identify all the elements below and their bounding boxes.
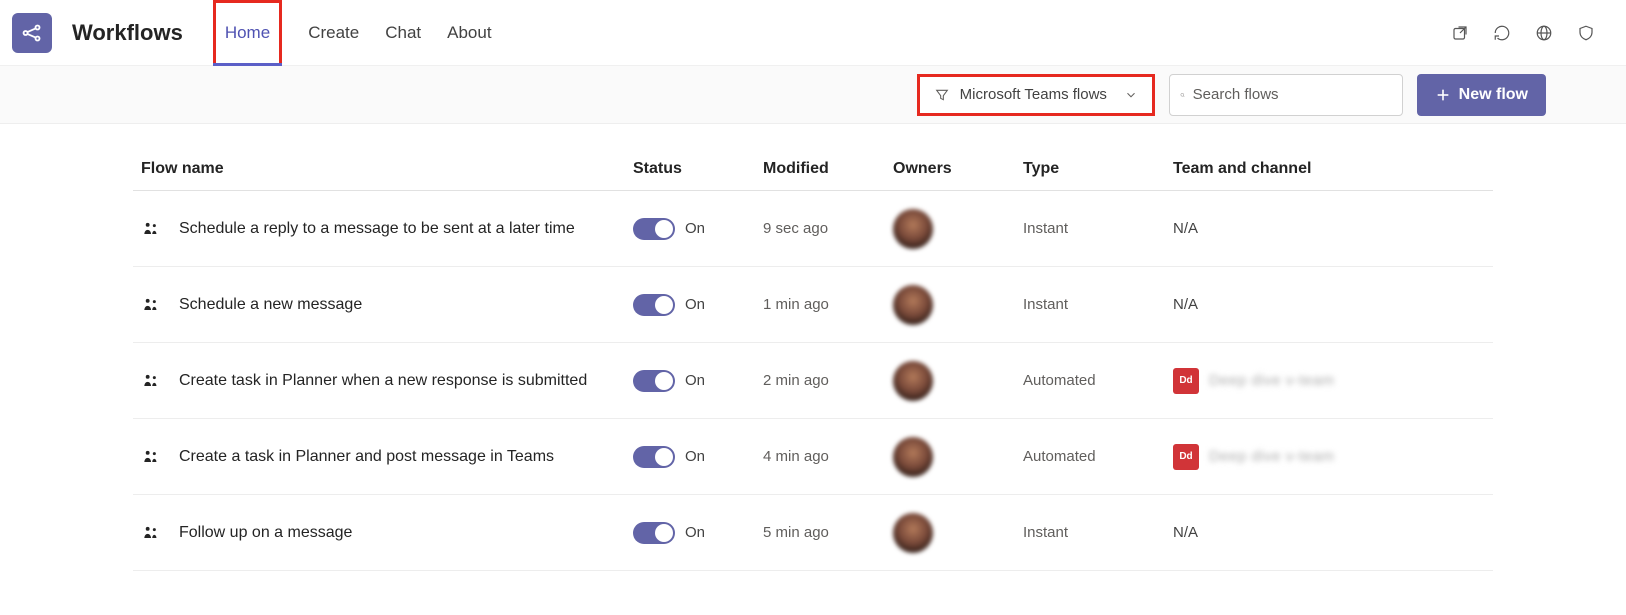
type-cell: Instant xyxy=(1023,296,1173,313)
flow-name-cell: Schedule a new message xyxy=(133,295,633,315)
teams-icon xyxy=(141,371,161,391)
col-type: Type xyxy=(1023,160,1173,178)
team-cell: N/A xyxy=(1173,524,1473,541)
flow-name-text: Create task in Planner when a new respon… xyxy=(179,372,587,390)
team-text: N/A xyxy=(1173,220,1198,237)
table-row[interactable]: Schedule a new message On 1 min ago Inst… xyxy=(133,267,1493,343)
flow-name-text: Follow up on a message xyxy=(179,524,352,542)
status-cell: On xyxy=(633,294,763,316)
refresh-icon[interactable] xyxy=(1486,17,1518,49)
type-cell: Automated xyxy=(1023,372,1173,389)
teams-icon xyxy=(141,295,161,315)
table-row[interactable]: Create a task in Planner and post messag… xyxy=(133,419,1493,495)
status-text: On xyxy=(685,524,705,541)
tab-home[interactable]: Home xyxy=(213,0,282,66)
header-action-icons xyxy=(1444,17,1602,49)
status-text: On xyxy=(685,296,705,313)
search-icon xyxy=(1180,87,1185,103)
teams-icon xyxy=(141,219,161,239)
col-status: Status xyxy=(633,160,763,178)
team-text: Deep dive v-team xyxy=(1209,372,1335,389)
search-box[interactable] xyxy=(1169,74,1403,116)
owner-cell xyxy=(893,437,1023,477)
filter-dropdown[interactable]: Microsoft Teams flows xyxy=(917,74,1155,116)
team-badge: Dd xyxy=(1173,444,1199,470)
team-cell: Dd Deep dive v-team xyxy=(1173,444,1473,470)
flow-name-text: Schedule a new message xyxy=(179,296,362,314)
status-toggle[interactable] xyxy=(633,294,675,316)
team-text: N/A xyxy=(1173,296,1198,313)
col-flowname: Flow name xyxy=(133,160,633,178)
flow-name-cell: Create task in Planner when a new respon… xyxy=(133,371,633,391)
toolbar: Microsoft Teams flows New flow xyxy=(0,66,1626,124)
col-modified: Modified xyxy=(763,160,893,178)
type-cell: Instant xyxy=(1023,524,1173,541)
status-text: On xyxy=(685,220,705,237)
owner-cell xyxy=(893,361,1023,401)
popout-icon[interactable] xyxy=(1444,17,1476,49)
tab-about[interactable]: About xyxy=(447,0,491,66)
flow-name-cell: Schedule a reply to a message to be sent… xyxy=(133,219,633,239)
plus-icon xyxy=(1435,87,1451,103)
owner-avatar[interactable] xyxy=(893,209,933,249)
status-toggle[interactable] xyxy=(633,218,675,240)
owner-avatar[interactable] xyxy=(893,513,933,553)
flow-name-cell: Follow up on a message xyxy=(133,523,633,543)
filter-label: Microsoft Teams flows xyxy=(960,86,1107,103)
status-cell: On xyxy=(633,446,763,468)
table-row[interactable]: Follow up on a message On 5 min ago Inst… xyxy=(133,495,1493,571)
type-cell: Instant xyxy=(1023,220,1173,237)
app-title: Workflows xyxy=(72,20,183,46)
new-flow-button[interactable]: New flow xyxy=(1417,74,1546,116)
workflows-app-icon xyxy=(12,13,52,53)
table-row[interactable]: Schedule a reply to a message to be sent… xyxy=(133,191,1493,267)
flow-name-text: Create a task in Planner and post messag… xyxy=(179,448,554,466)
status-text: On xyxy=(685,372,705,389)
modified-cell: 1 min ago xyxy=(763,296,893,313)
flow-table: Flow name Status Modified Owners Type Te… xyxy=(133,148,1493,571)
team-cell: Dd Deep dive v-team xyxy=(1173,368,1473,394)
teams-icon xyxy=(141,523,161,543)
owner-avatar[interactable] xyxy=(893,285,933,325)
nav-tabs: Home Create Chat About xyxy=(213,0,492,66)
teams-icon xyxy=(141,447,161,467)
status-cell: On xyxy=(633,218,763,240)
owner-cell xyxy=(893,209,1023,249)
table-header: Flow name Status Modified Owners Type Te… xyxy=(133,148,1493,191)
flow-name-text: Schedule a reply to a message to be sent… xyxy=(179,220,575,238)
shield-icon[interactable] xyxy=(1570,17,1602,49)
team-text: N/A xyxy=(1173,524,1198,541)
chevron-down-icon xyxy=(1124,88,1138,102)
flow-name-cell: Create a task in Planner and post messag… xyxy=(133,447,633,467)
globe-icon[interactable] xyxy=(1528,17,1560,49)
new-flow-label: New flow xyxy=(1459,86,1528,104)
type-cell: Automated xyxy=(1023,448,1173,465)
top-header: Workflows Home Create Chat About xyxy=(0,0,1626,66)
modified-cell: 4 min ago xyxy=(763,448,893,465)
search-input[interactable] xyxy=(1193,86,1392,103)
modified-cell: 9 sec ago xyxy=(763,220,893,237)
modified-cell: 5 min ago xyxy=(763,524,893,541)
owner-cell xyxy=(893,285,1023,325)
tab-chat[interactable]: Chat xyxy=(385,0,421,66)
team-text: Deep dive v-team xyxy=(1209,448,1335,465)
status-toggle[interactable] xyxy=(633,446,675,468)
team-cell: N/A xyxy=(1173,296,1473,313)
status-text: On xyxy=(685,448,705,465)
col-team: Team and channel xyxy=(1173,160,1473,178)
col-owners: Owners xyxy=(893,160,1023,178)
team-badge: Dd xyxy=(1173,368,1199,394)
status-toggle[interactable] xyxy=(633,370,675,392)
table-row[interactable]: Create task in Planner when a new respon… xyxy=(133,343,1493,419)
owner-cell xyxy=(893,513,1023,553)
tab-create[interactable]: Create xyxy=(308,0,359,66)
modified-cell: 2 min ago xyxy=(763,372,893,389)
owner-avatar[interactable] xyxy=(893,437,933,477)
status-cell: On xyxy=(633,522,763,544)
owner-avatar[interactable] xyxy=(893,361,933,401)
status-toggle[interactable] xyxy=(633,522,675,544)
status-cell: On xyxy=(633,370,763,392)
filter-icon xyxy=(934,87,950,103)
team-cell: N/A xyxy=(1173,220,1473,237)
